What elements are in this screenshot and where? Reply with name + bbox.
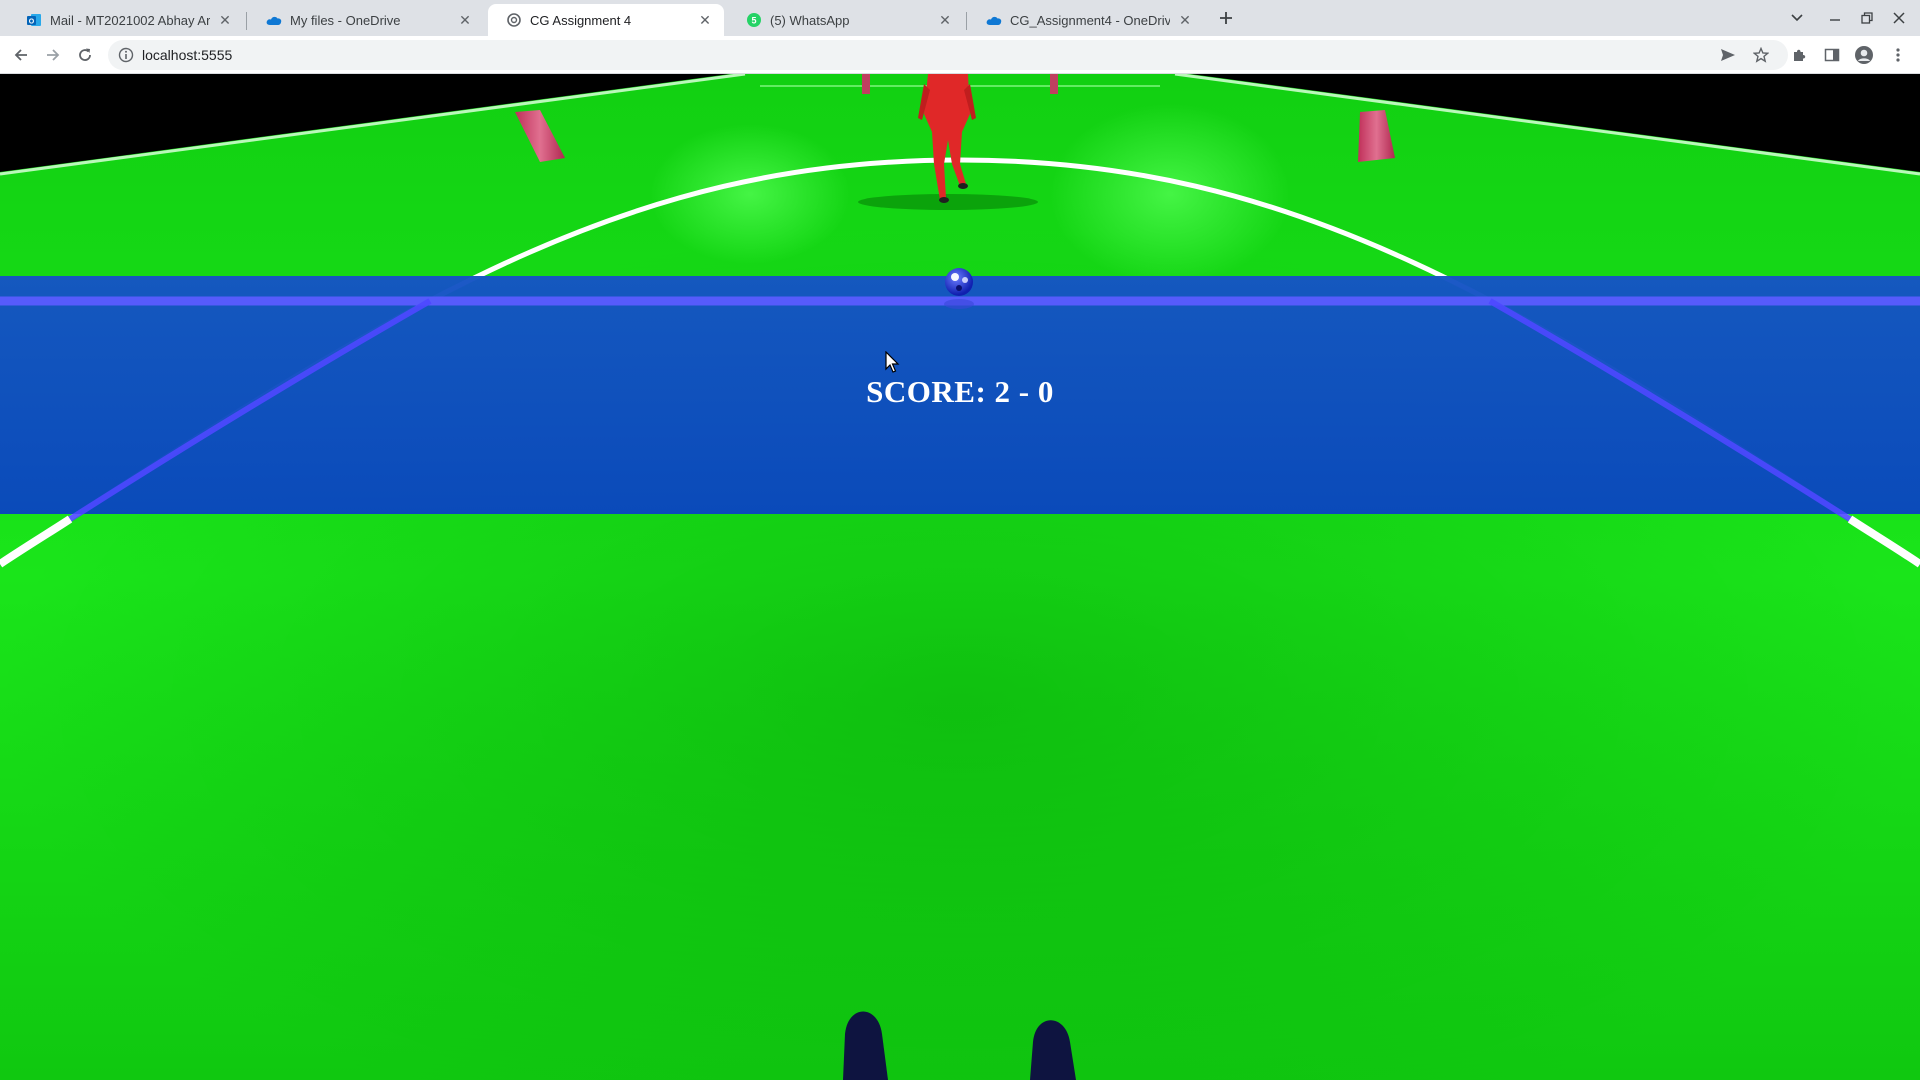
close-icon[interactable]: ✕ bbox=[456, 11, 474, 29]
tab-onedrive-assignment[interactable]: CG_Assignment4 - OneDrive ✕ bbox=[968, 4, 1204, 36]
new-tab-button[interactable] bbox=[1214, 6, 1238, 30]
close-icon[interactable]: ✕ bbox=[216, 11, 234, 29]
side-panel-icon bbox=[1824, 48, 1840, 62]
url-text: localhost:5555 bbox=[142, 47, 233, 63]
puzzle-icon bbox=[1794, 49, 1806, 61]
tab-title: My files - OneDrive bbox=[290, 12, 401, 28]
star-icon bbox=[1753, 47, 1769, 63]
more-vert-icon bbox=[1896, 48, 1900, 62]
tab-separator bbox=[966, 12, 967, 30]
reload-icon bbox=[79, 48, 91, 61]
close-icon[interactable]: ✕ bbox=[696, 11, 714, 29]
tab-title: CG Assignment 4 bbox=[530, 12, 632, 28]
svg-text:O: O bbox=[29, 19, 35, 26]
soccer-ball bbox=[944, 268, 974, 309]
minimize-button[interactable] bbox=[1822, 6, 1848, 30]
soccer-pitch-scene bbox=[0, 74, 1920, 1080]
back-button[interactable] bbox=[7, 41, 35, 69]
mouse-cursor-icon bbox=[885, 351, 900, 373]
tab-separator bbox=[246, 12, 247, 30]
score-display: SCORE: 2 - 0 bbox=[866, 374, 1054, 409]
back-arrow-icon bbox=[14, 49, 27, 61]
game-canvas[interactable]: SCORE: 2 - 0 bbox=[0, 74, 1920, 1080]
plus-icon bbox=[1220, 12, 1232, 24]
info-icon[interactable] bbox=[118, 47, 134, 63]
tab-search-button[interactable] bbox=[1784, 6, 1810, 30]
reload-button[interactable] bbox=[71, 41, 99, 69]
forward-button[interactable] bbox=[39, 41, 67, 69]
forward-arrow-icon bbox=[47, 49, 60, 61]
restore-icon bbox=[1861, 12, 1873, 24]
tab-onedrive-files[interactable]: My files - OneDrive ✕ bbox=[248, 4, 484, 36]
bookmark-button[interactable] bbox=[1747, 41, 1775, 69]
send-icon bbox=[1721, 49, 1735, 61]
address-bar[interactable]: localhost:5555 bbox=[108, 40, 1788, 70]
svg-text:5: 5 bbox=[751, 16, 756, 26]
extensions-button[interactable] bbox=[1786, 41, 1814, 69]
avatar-icon bbox=[1855, 46, 1873, 64]
tab-strip: O Mail - MT2021002 Abhay Arav ✕ My files… bbox=[0, 0, 1920, 36]
menu-button[interactable] bbox=[1884, 41, 1912, 69]
tab-title: CG_Assignment4 - OneDrive bbox=[1010, 12, 1170, 28]
tab-title: (5) WhatsApp bbox=[770, 12, 850, 28]
page-icon bbox=[506, 12, 522, 28]
browser-toolbar: localhost:5555 bbox=[0, 36, 1920, 74]
tab-title: Mail - MT2021002 Abhay Arav bbox=[50, 12, 210, 28]
tab-whatsapp[interactable]: 5 (5) WhatsApp ✕ bbox=[728, 4, 964, 36]
side-panel-button[interactable] bbox=[1818, 41, 1846, 69]
outlook-icon: O bbox=[26, 12, 42, 28]
tab-cg-assignment[interactable]: CG Assignment 4 ✕ bbox=[488, 4, 724, 36]
close-window-button[interactable] bbox=[1886, 6, 1912, 30]
close-icon[interactable]: ✕ bbox=[1176, 11, 1194, 29]
send-button[interactable] bbox=[1714, 41, 1742, 69]
close-icon[interactable]: ✕ bbox=[936, 11, 954, 29]
goalpost-right bbox=[1050, 74, 1058, 94]
whatsapp-icon: 5 bbox=[746, 12, 762, 28]
goalpost-left bbox=[862, 74, 870, 94]
restore-button[interactable] bbox=[1854, 6, 1880, 30]
chevron-down-icon bbox=[1791, 14, 1803, 22]
onedrive-icon bbox=[986, 12, 1002, 28]
tab-mail[interactable]: O Mail - MT2021002 Abhay Arav ✕ bbox=[8, 4, 244, 36]
close-icon bbox=[1893, 12, 1905, 24]
minimize-icon bbox=[1830, 19, 1840, 21]
profile-button[interactable] bbox=[1850, 41, 1878, 69]
onedrive-icon bbox=[266, 12, 282, 28]
